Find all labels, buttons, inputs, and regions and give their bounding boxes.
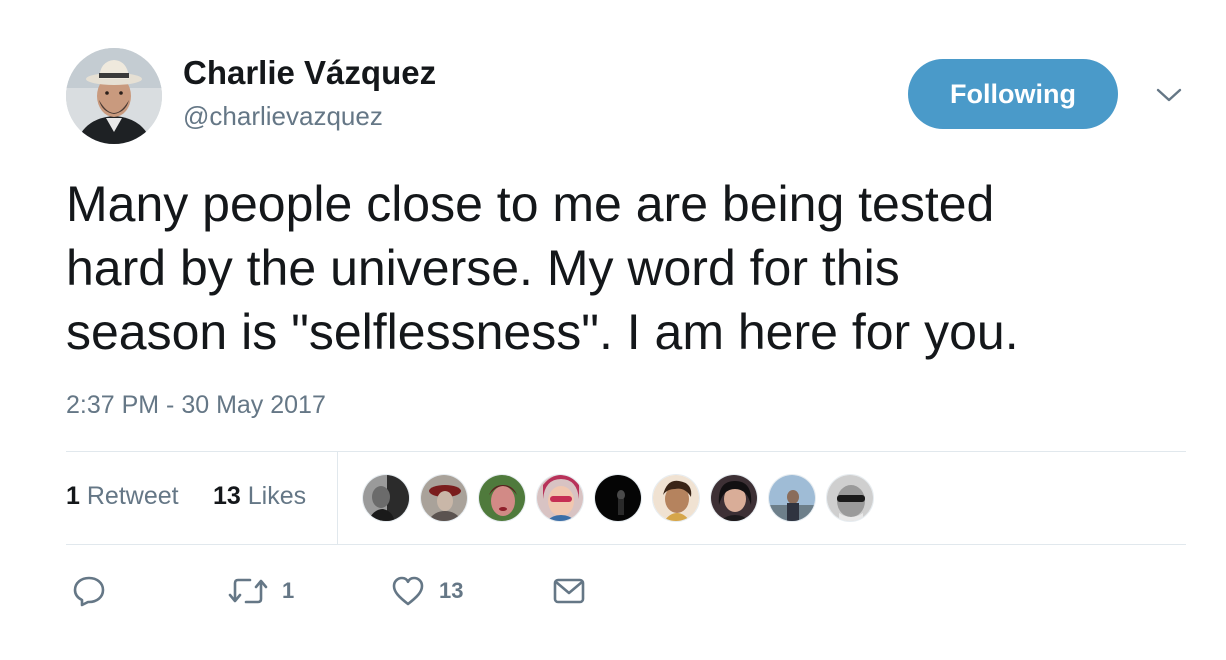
likes-stat-label: Likes [247, 482, 307, 510]
tweet-text: Many people close to me are being tested… [66, 172, 1176, 364]
author-avatar[interactable] [66, 48, 162, 144]
envelope-icon [553, 578, 585, 604]
retweet-stat-count: 1 [66, 482, 80, 510]
likes-stat-count: 13 [213, 482, 241, 510]
liker-avatar[interactable] [768, 474, 816, 522]
like-count: 13 [439, 578, 464, 603]
liker-avatar[interactable] [536, 474, 584, 522]
tweet-timestamp[interactable]: 2:37 PM - 30 May 2017 [66, 391, 326, 420]
author-name[interactable]: Charlie Vázquez [183, 54, 436, 92]
retweet-stat[interactable]: 1 Retweet [66, 482, 179, 511]
retweet-stat-label: Retweet [86, 482, 179, 510]
liker-avatar[interactable] [420, 474, 468, 522]
heart-icon [392, 576, 424, 606]
retweet-icon [228, 578, 268, 604]
tweet-text-line: season is "selflessness". I am here for … [66, 304, 1019, 360]
stats-separator [337, 451, 338, 544]
retweet-count: 1 [282, 578, 295, 603]
reply-icon [73, 576, 105, 607]
liker-avatar[interactable] [594, 474, 642, 522]
liker-avatar[interactable] [826, 474, 874, 522]
likes-stat[interactable]: 13 Likes [213, 482, 306, 511]
tweet-text-line: hard by the universe. My word for this [66, 240, 900, 296]
retweet-button[interactable]: 1 [228, 574, 294, 608]
divider [66, 451, 1186, 452]
liker-avatar[interactable] [362, 474, 410, 522]
liked-by-avatars [362, 474, 884, 522]
tweet-card: Charlie Vázquez @charlievazquez Followin… [0, 0, 1226, 660]
tweet-menu-button[interactable] [1154, 82, 1184, 108]
author-handle[interactable]: @charlievazquez [183, 101, 383, 132]
reply-button[interactable] [72, 574, 106, 608]
liker-avatar[interactable] [652, 474, 700, 522]
liker-avatar[interactable] [710, 474, 758, 522]
tweet-text-line: Many people close to me are being tested [66, 176, 995, 232]
chevron-down-icon [1156, 88, 1182, 102]
liker-avatar[interactable] [478, 474, 526, 522]
divider [66, 544, 1186, 545]
following-button[interactable]: Following [908, 59, 1118, 129]
direct-message-button[interactable] [552, 574, 586, 608]
like-button[interactable]: 13 [391, 574, 463, 608]
